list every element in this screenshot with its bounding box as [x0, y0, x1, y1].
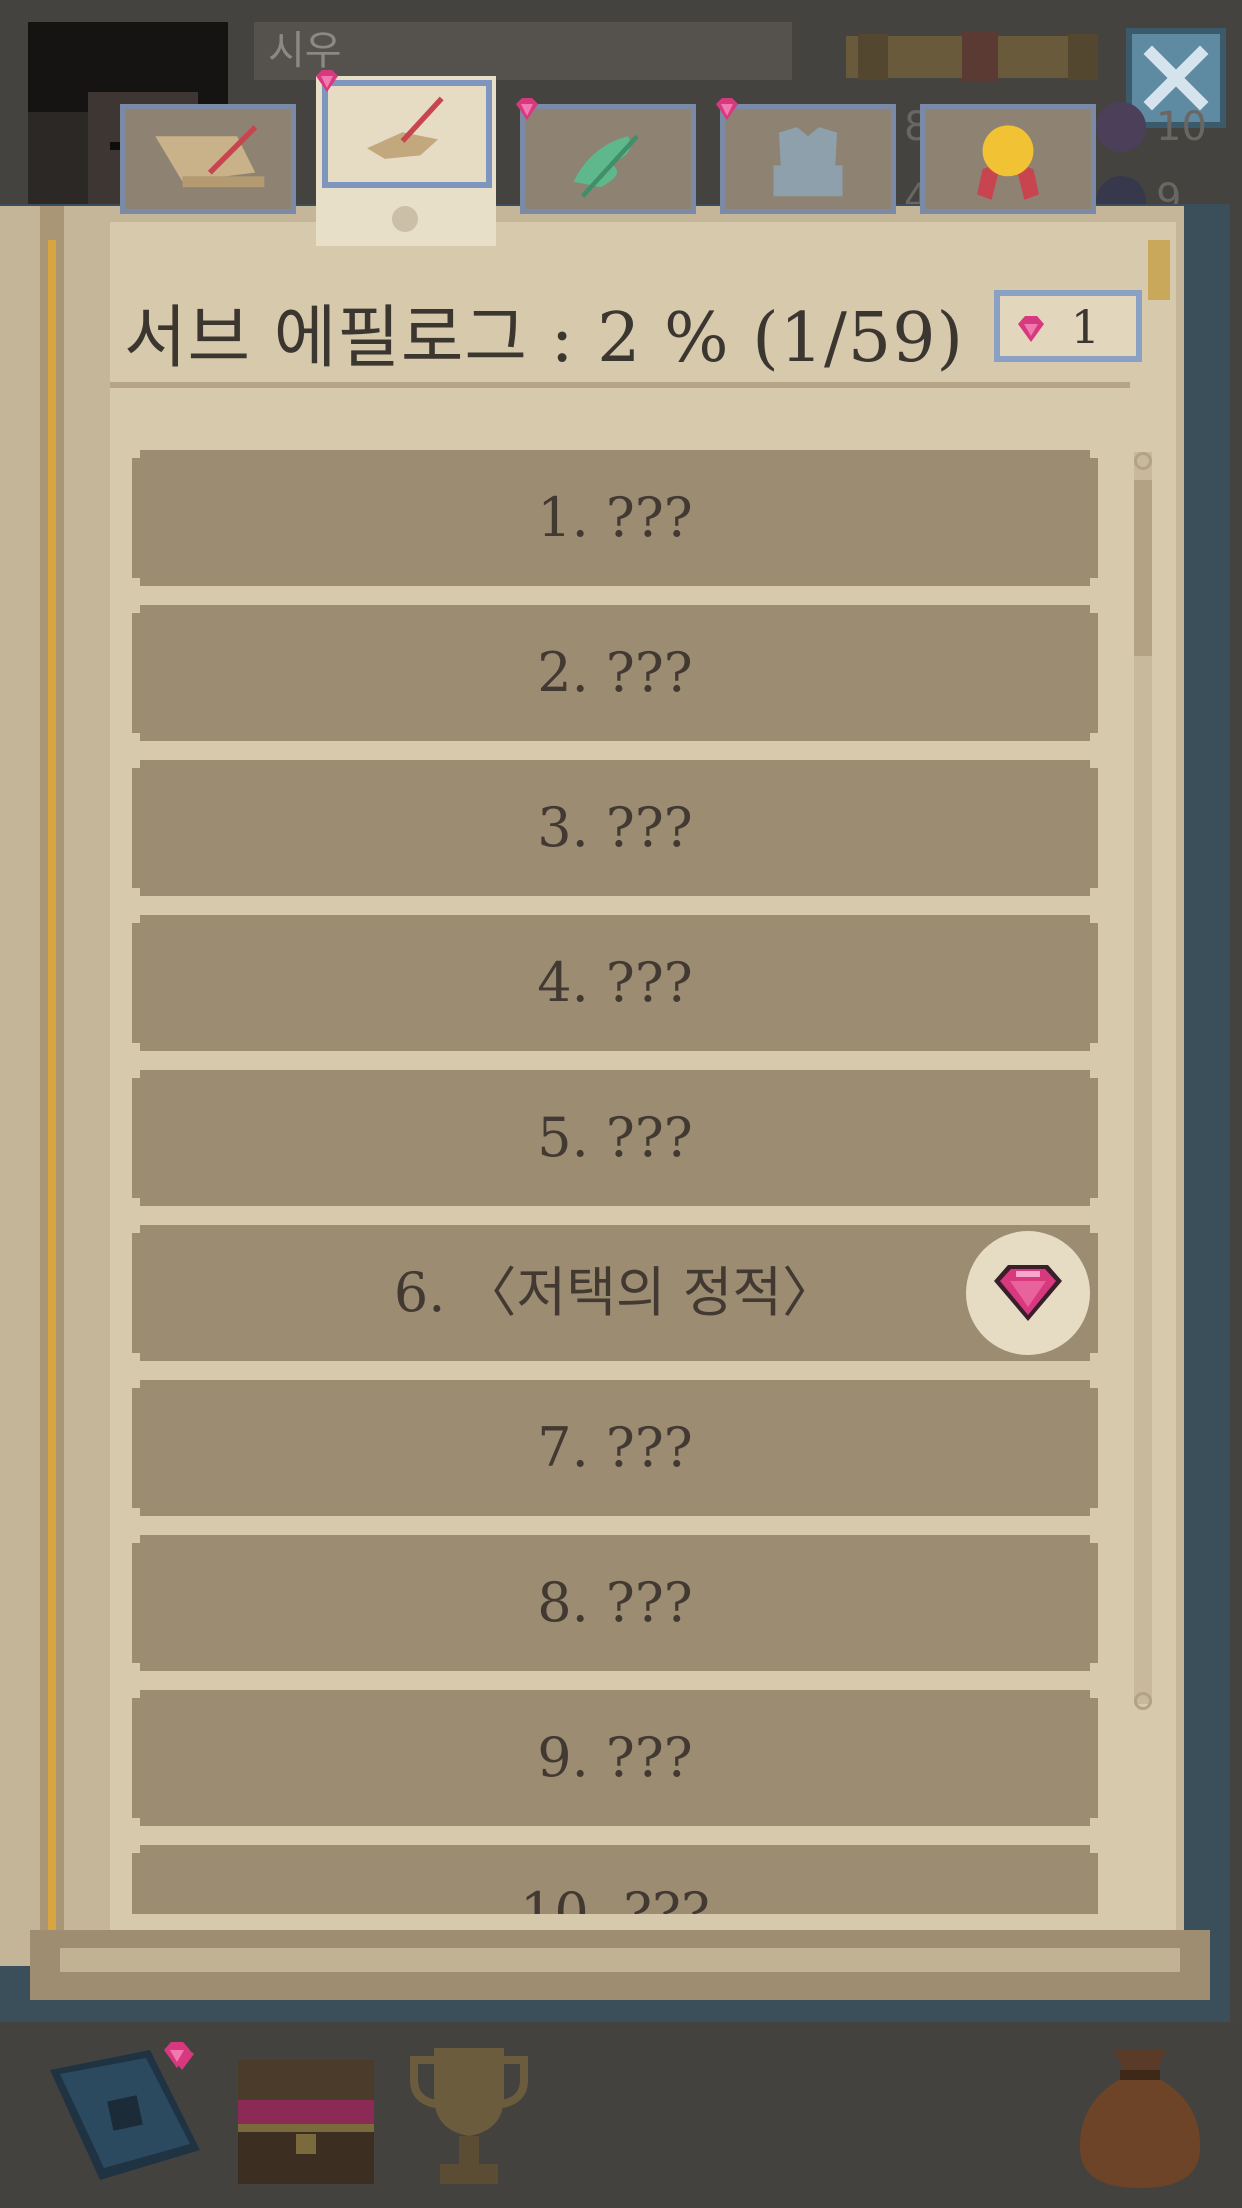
epilogue-list: 1. ??? 2. ??? 3. ??? 4. ??? 5. ??? 6. 〈저…: [132, 450, 1098, 1914]
gem-count-value: 1: [1070, 300, 1100, 354]
tab-herb-gem-icon: [516, 98, 538, 120]
gem-icon: [1018, 316, 1044, 342]
scrollbar-bottom-cap: [1134, 1692, 1152, 1710]
list-item[interactable]: 8. ???: [132, 1535, 1098, 1671]
list-item-label: 5. ???: [537, 1106, 693, 1169]
list-item-label: 2. ???: [537, 641, 693, 704]
list-item[interactable]: 2. ???: [132, 605, 1098, 741]
stat-value-2: 10: [1156, 104, 1207, 150]
list-item[interactable]: 7. ???: [132, 1380, 1098, 1516]
quill-scroll-icon: [155, 125, 265, 188]
nav-trophy-button[interactable]: [404, 2040, 534, 2192]
list-item-label: 6. 〈저택의 정적〉: [393, 1261, 837, 1324]
scroll-icon[interactable]: [842, 30, 1102, 84]
gem-reward-button[interactable]: [966, 1231, 1090, 1355]
title-divider: [110, 382, 1130, 388]
tab-armor[interactable]: [720, 104, 896, 214]
book-gem-badge-icon: [164, 2042, 190, 2068]
potion-icon: [1096, 102, 1146, 152]
list-item-label: 4. ???: [537, 951, 693, 1014]
scrollbar-top-cap: [1134, 452, 1152, 470]
list-item-label: 1. ???: [537, 486, 693, 549]
medal-icon: [977, 125, 1039, 200]
bookmark-ribbon: [1148, 240, 1170, 300]
list-item-unlocked[interactable]: 6. 〈저택의 정적〉: [132, 1225, 1098, 1361]
list-item[interactable]: 3. ???: [132, 760, 1098, 896]
list-item-label: 8. ???: [537, 1571, 693, 1634]
list-item-label: 3. ???: [537, 796, 693, 859]
trophy-icon: [410, 2048, 528, 2184]
book-spine-gold: [48, 240, 56, 1940]
tab-quill-scroll[interactable]: [120, 104, 296, 214]
tab-quill[interactable]: [322, 80, 492, 188]
treasure-chest-icon: [238, 2060, 374, 2184]
list-item[interactable]: 5. ???: [132, 1070, 1098, 1206]
list-item[interactable]: 9. ???: [132, 1690, 1098, 1826]
armor-icon: [773, 127, 843, 197]
list-item-label: 9. ???: [537, 1726, 693, 1789]
gem-counter: 1: [994, 290, 1142, 362]
money-bag-icon: [1079, 2050, 1201, 2188]
epilogue-title: 서브 에필로그 : 2 % (1/59): [124, 299, 964, 378]
gem-icon: [988, 1261, 1068, 1325]
quill-icon: [367, 96, 444, 159]
scrollbar-thumb[interactable]: [1134, 480, 1152, 656]
tab-armor-gem-icon: [716, 98, 738, 120]
list-item[interactable]: 10. ???: [132, 1845, 1098, 1914]
list-item-label: 7. ???: [537, 1416, 693, 1479]
nav-bag-button[interactable]: [1070, 2040, 1210, 2192]
tab-medal[interactable]: [920, 104, 1096, 214]
herb-icon: [573, 134, 639, 198]
list-item[interactable]: 4. ???: [132, 915, 1098, 1051]
list-item-label: 10. ???: [520, 1881, 710, 1914]
nav-chest-button[interactable]: [232, 2040, 380, 2192]
list-item[interactable]: 1. ???: [132, 450, 1098, 586]
active-tab-indicator: [392, 206, 418, 232]
tab-herb[interactable]: [520, 104, 696, 214]
tab-quill-gem-icon: [316, 70, 338, 92]
